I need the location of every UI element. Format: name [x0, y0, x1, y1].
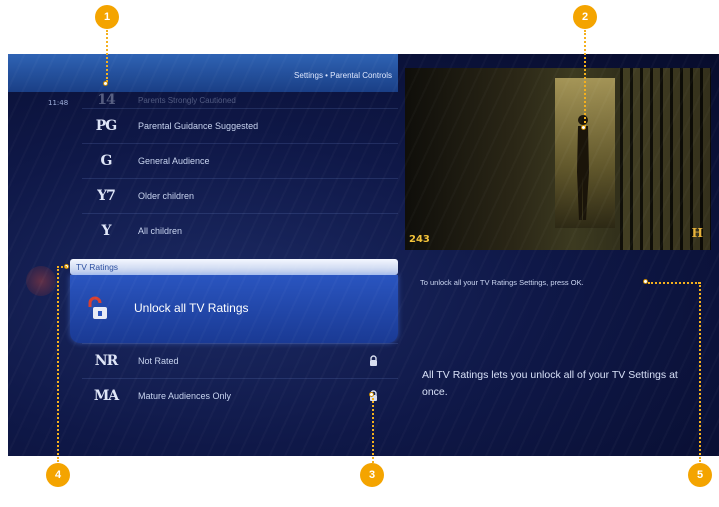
breadcrumb: Settings • Parental Controls — [294, 71, 392, 80]
rating-item-ma[interactable]: MA Mature Audiences Only — [82, 378, 398, 413]
callout-marker-1: 1 — [95, 5, 119, 29]
rating-item-14[interactable]: 14 Parents Strongly Cautioned — [82, 92, 398, 108]
rating-badge: G — [100, 153, 113, 169]
rating-badge: NR — [94, 353, 118, 369]
guide-figure: Settings • Parental Controls 11:48 14 Pa… — [0, 0, 719, 507]
lock-icon — [370, 355, 377, 366]
unlock-icon — [88, 296, 107, 319]
header-bar: Settings • Parental Controls — [8, 54, 398, 92]
callout-marker-4: 4 — [46, 463, 70, 487]
unlock-description: All TV Ratings lets you unlock all of yo… — [422, 369, 678, 398]
section-header-tv-ratings: TV Ratings — [70, 259, 398, 275]
ratings-list-top: 14 Parents Strongly Cautioned PG Parenta… — [82, 92, 398, 248]
rating-label: Older children — [138, 191, 195, 201]
callout-dot-3 — [369, 392, 374, 397]
tv-screen: Settings • Parental Controls 11:48 14 Pa… — [8, 54, 719, 456]
unlock-all-button[interactable]: Unlock all TV Ratings — [70, 275, 398, 343]
section-header-label: TV Ratings — [76, 262, 119, 272]
unlock-hint: To unlock all your TV Ratings Settings, … — [420, 278, 584, 287]
rating-item-nr[interactable]: NR Not Rated — [82, 343, 398, 378]
rating-label: Mature Audiences Only — [138, 391, 232, 401]
network-logo: H — [691, 226, 703, 240]
callout-leader-4 — [57, 266, 59, 462]
callout-leader-5 — [699, 282, 701, 462]
rating-label: All children — [138, 226, 183, 236]
rating-label: Parents Strongly Cautioned — [138, 95, 236, 105]
rating-item-y7[interactable]: Y7 Older children — [82, 178, 398, 213]
rating-item-pg[interactable]: PG Parental Guidance Suggested — [82, 108, 398, 143]
callout-dot-1 — [103, 81, 108, 86]
callout-leader-1 — [106, 30, 108, 82]
channel-number: 243 — [409, 234, 430, 245]
clock: 11:48 — [48, 99, 69, 107]
callout-marker-3: 3 — [360, 463, 384, 487]
rating-badge: Y — [101, 223, 112, 239]
rating-badge: Y7 — [97, 188, 116, 204]
rating-badge: PG — [95, 118, 117, 134]
rating-item-y[interactable]: Y All children — [82, 213, 398, 248]
rating-label: General Audience — [138, 156, 210, 166]
rating-item-g[interactable]: G General Audience — [82, 143, 398, 178]
callout-leader-2 — [584, 30, 586, 127]
ratings-list-bottom: NR Not Rated MA Mature Audiences Only — [82, 343, 398, 413]
video-preview: 243 H — [405, 68, 711, 250]
rating-label: Not Rated — [138, 356, 179, 366]
unlock-all-label: Unlock all TV Ratings — [134, 301, 249, 315]
side-menu-icon — [26, 266, 56, 296]
callout-leader-3 — [372, 398, 374, 463]
callout-marker-2: 2 — [573, 5, 597, 29]
rating-label: Parental Guidance Suggested — [138, 121, 259, 131]
preview-cell-bars — [620, 68, 711, 250]
callout-leader-5h — [648, 282, 700, 284]
callout-dot-2 — [581, 125, 586, 130]
rating-badge: MA — [93, 388, 119, 404]
rating-badge: 14 — [97, 92, 115, 108]
callout-marker-5: 5 — [688, 463, 712, 487]
